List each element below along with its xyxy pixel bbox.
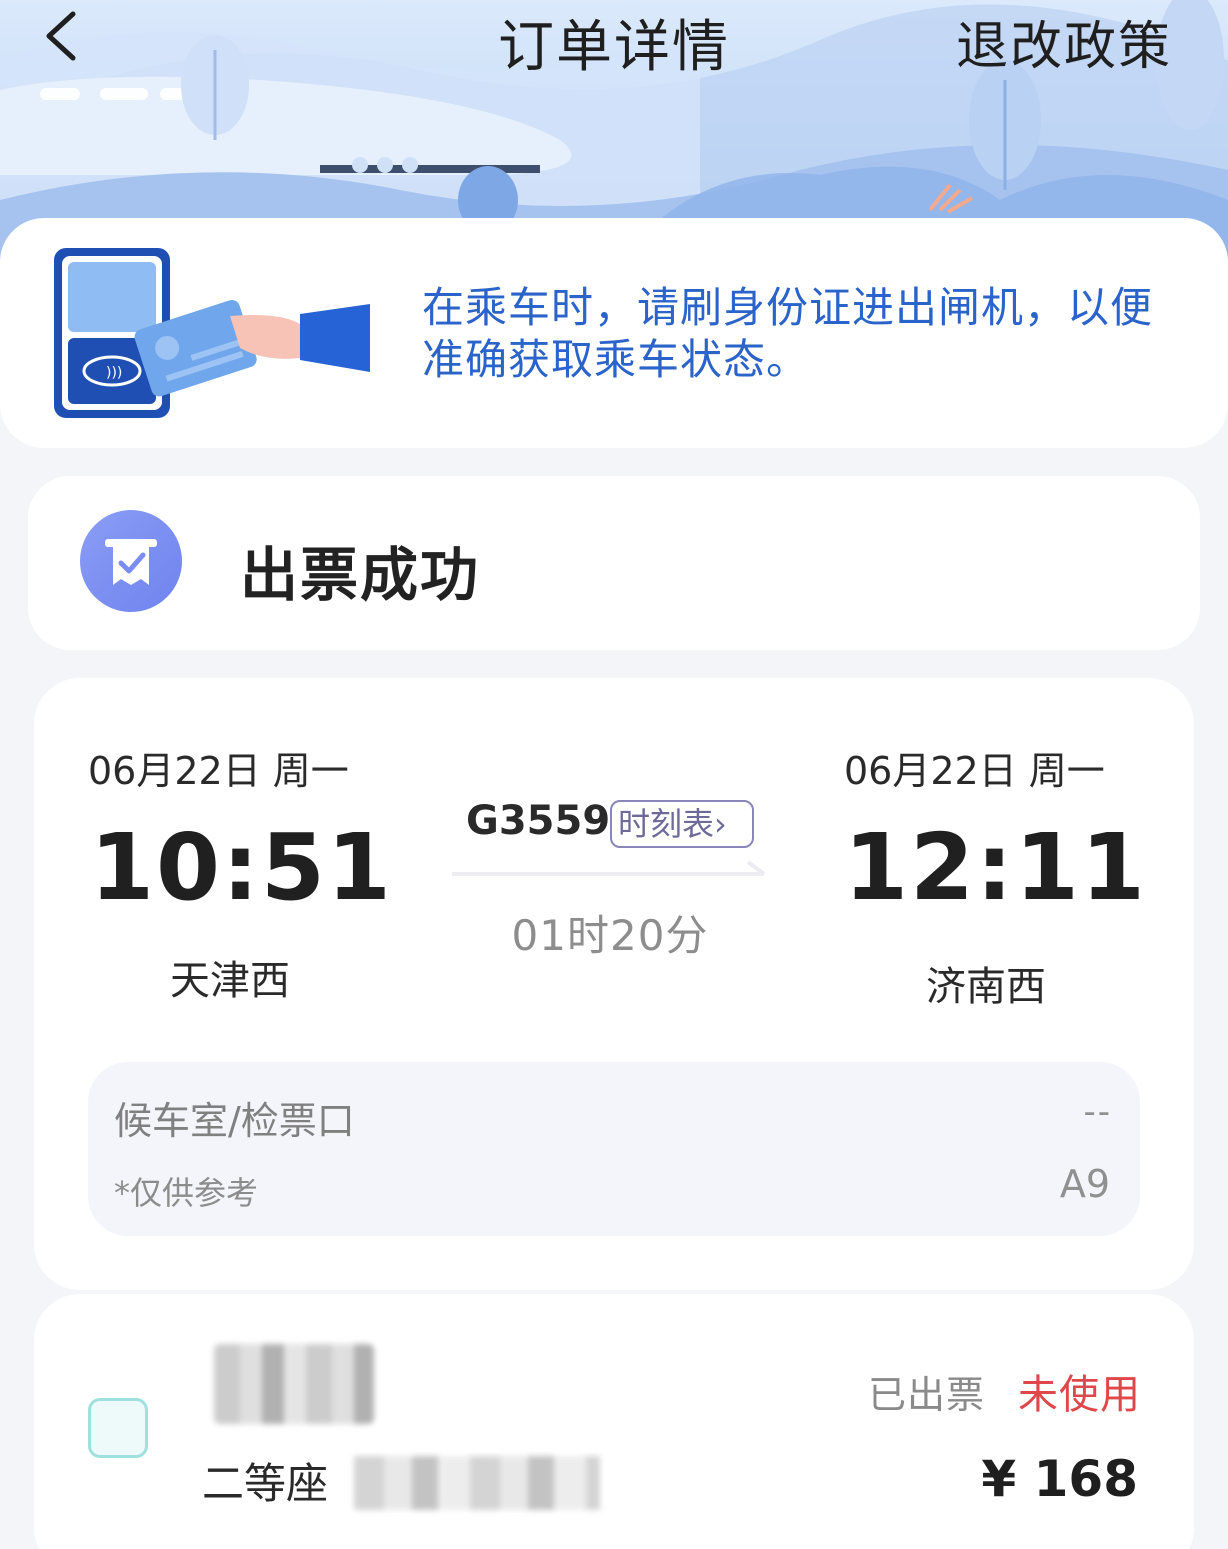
ticket-check-icon bbox=[80, 510, 182, 612]
ticket-gate-value: A9 bbox=[1059, 1162, 1110, 1206]
departure-time: 10:51 bbox=[90, 814, 393, 921]
ticket-use-status: 未使用 bbox=[1018, 1372, 1141, 1418]
gate-notice-card: ))) 在乘车时，请刷身份证进出闸机，以便准确获取乘车状态。 bbox=[0, 218, 1228, 448]
seat-number-redacted bbox=[354, 1456, 600, 1510]
train-number: G3559 bbox=[466, 798, 611, 844]
arrival-time: 12:11 bbox=[844, 814, 1147, 921]
timetable-button[interactable]: 时刻表› bbox=[610, 800, 754, 848]
id-card-gate-icon: ))) bbox=[54, 248, 370, 418]
passenger-name-redacted bbox=[214, 1344, 374, 1424]
svg-text:))): ))) bbox=[106, 365, 122, 381]
departure-station: 天津西 bbox=[170, 958, 290, 1004]
ticket-status-card: 出票成功 bbox=[28, 476, 1200, 650]
chevron-right-icon: › bbox=[714, 805, 727, 843]
ticket-issued-status: 已出票 bbox=[868, 1373, 986, 1417]
passenger-ticket-card: 二等座 已出票 未使用 ¥ 168 bbox=[34, 1294, 1194, 1549]
arrival-station: 济南西 bbox=[926, 964, 1046, 1010]
trip-info-card: 06月22日 周一 10:51 天津西 G3559 时刻表› 01时20分 06… bbox=[34, 678, 1194, 1290]
refund-policy-link[interactable]: 退改政策 bbox=[956, 4, 1172, 79]
ticket-status-label: 出票成功 bbox=[240, 541, 481, 609]
passenger-checkbox[interactable] bbox=[88, 1398, 148, 1458]
seat-class: 二等座 bbox=[202, 1459, 329, 1508]
route-arrow-icon bbox=[452, 860, 766, 876]
waiting-room-gate-label: 候车室/检票口 bbox=[114, 1099, 355, 1143]
waiting-room-gate-box: 候车室/检票口 *仅供参考 -- A9 bbox=[88, 1062, 1140, 1236]
gate-notice-text: 在乘车时，请刷身份证进出闸机，以便准确获取乘车状态。 bbox=[422, 283, 1154, 384]
reference-note: *仅供参考 bbox=[114, 1174, 259, 1212]
waiting-room-value: -- bbox=[1083, 1092, 1112, 1132]
travel-duration: 01时20分 bbox=[511, 911, 709, 960]
ticket-price: ¥ 168 bbox=[981, 1450, 1138, 1508]
departure-date: 06月22日 周一 bbox=[88, 749, 349, 793]
timetable-label: 时刻表 bbox=[618, 805, 715, 843]
arrival-date: 06月22日 周一 bbox=[844, 749, 1105, 793]
